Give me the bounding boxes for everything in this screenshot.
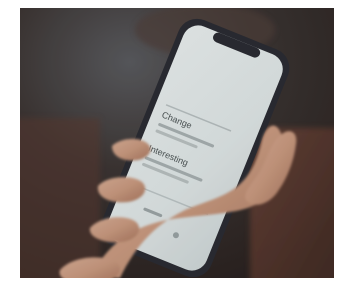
photo-illustration: Change Interesting	[20, 8, 334, 278]
vignette	[20, 8, 334, 278]
photo: Change Interesting	[20, 8, 334, 278]
scene: Change Interesting	[0, 0, 337, 284]
